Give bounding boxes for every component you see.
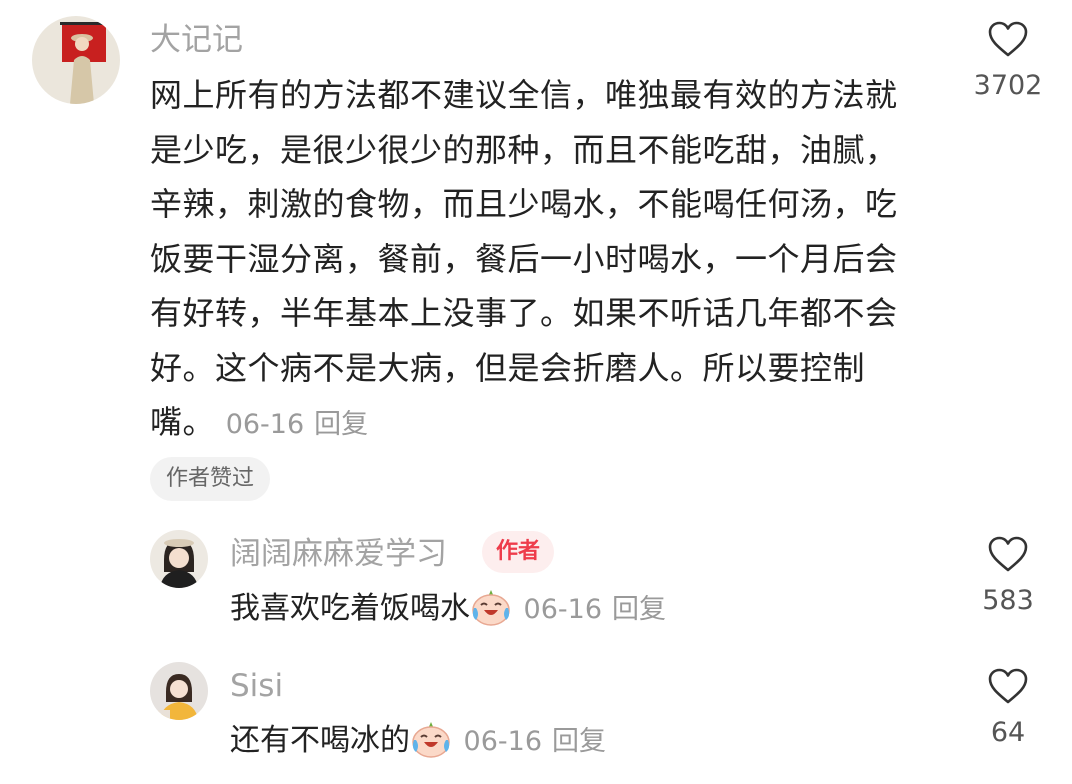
reply-text: 还有不喝冰的 06-16 回复	[230, 719, 606, 771]
like-count: 3702	[973, 70, 1043, 101]
heart-outline-icon	[988, 668, 1028, 704]
avatar[interactable]	[150, 662, 208, 720]
reply-content: 还有不喝冰的	[230, 723, 410, 758]
reply-button[interactable]: 回复	[552, 726, 606, 757]
comment-line: 是少吃，是很少很少的那种，而且不能吃甜，油腻，	[150, 130, 898, 169]
like-button[interactable]: 64	[968, 667, 1048, 748]
author-badge: 作者	[482, 531, 555, 573]
reply-date: 06-16	[463, 726, 543, 757]
reply-date: 06-16	[523, 594, 603, 625]
author-liked-tag: 作者赞过	[150, 457, 271, 501]
comment-line: 网上所有的方法都不建议全信，唯独最有效的方法就	[150, 76, 898, 114]
reply-button[interactable]: 回复	[314, 409, 368, 440]
crying-laughing-emoji-icon	[410, 720, 452, 771]
comment-text: 网上所有的方法都不建议全信，唯独最有效的方法就 是少吃，是很少很少的那种，而且不…	[150, 68, 950, 453]
like-count: 64	[990, 717, 1026, 748]
comment-line: 饭要干湿分离，餐前，餐后一小时喝水，一个月后会	[150, 239, 898, 278]
like-count: 583	[982, 585, 1034, 616]
comment-line-last: 嘴。 06-16 回复	[150, 395, 950, 453]
avatar[interactable]	[150, 530, 208, 588]
comment-line: 有好转，半年基本上没事了。如果不听话几年都不会	[150, 294, 898, 332]
like-button[interactable]: 3702	[968, 20, 1048, 101]
comment-line: 辛辣，刺激的食物，而且少喝水，不能喝任何汤，吃	[150, 185, 898, 223]
reply-content: 我喜欢吃着饭喝水	[230, 591, 470, 626]
reply-text: 我喜欢吃着饭喝水 06-16 回复	[230, 587, 666, 639]
username[interactable]: 阔阔麻麻爱学习	[230, 534, 447, 574]
username[interactable]: 大记记	[150, 20, 243, 60]
comment-date: 06-16	[225, 409, 305, 440]
username[interactable]: Sisi	[230, 666, 283, 706]
heart-outline-icon	[988, 536, 1028, 572]
avatar[interactable]	[32, 16, 120, 104]
heart-outline-icon	[988, 21, 1028, 57]
like-button[interactable]: 583	[968, 535, 1048, 616]
reply-button[interactable]: 回复	[612, 594, 666, 625]
comment-line: 好。这个病不是大病，但是会折磨人。所以要控制	[150, 348, 866, 387]
comment-line: 嘴。	[150, 403, 216, 441]
crying-laughing-emoji-icon	[470, 588, 512, 639]
